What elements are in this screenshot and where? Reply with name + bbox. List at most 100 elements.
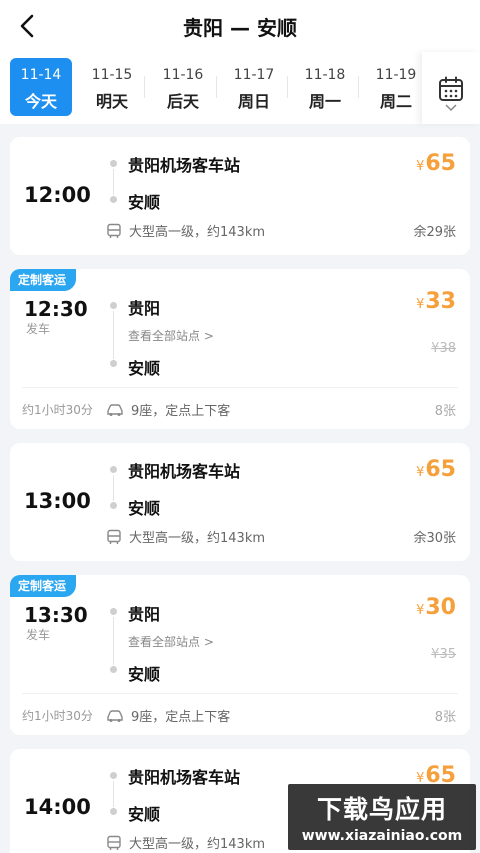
- date-tab-5[interactable]: 11-19 周二: [365, 58, 427, 116]
- currency: ¥: [416, 465, 425, 480]
- date-tab-weekday: 周一: [308, 92, 341, 111]
- remaining-seats: 余29张: [413, 225, 456, 240]
- currency: ¥: [416, 159, 425, 174]
- tab-divider: [216, 76, 217, 98]
- destination-station: 安顺: [128, 805, 161, 824]
- date-tab-date: 11-15: [91, 67, 133, 83]
- trip-card[interactable]: 定制客运 12:30 发车 贵阳 查看全部站点 > 安顺 ¥33 ¥38 约1小…: [10, 269, 470, 429]
- route-line: [113, 781, 114, 807]
- date-selector: 11-14 今天 11-15 明天 11-16 后天 11-17 周日 11-1…: [0, 52, 480, 124]
- price-value: 65: [425, 151, 456, 176]
- view-all-stops-link[interactable]: 查看全部站点 >: [128, 327, 214, 344]
- date-tab-weekday: 后天: [166, 92, 199, 111]
- trip-duration: 约1小时30分: [22, 403, 93, 417]
- vehicle-info: 9座，定点上下客: [106, 400, 230, 419]
- ticket-price: ¥33: [416, 289, 456, 314]
- tab-divider: [358, 76, 359, 98]
- date-tab-date: 11-17: [233, 67, 275, 83]
- departure-time: 13:00: [24, 489, 91, 513]
- departure-time: 13:30: [24, 603, 88, 627]
- price-value: 30: [425, 595, 456, 620]
- departure-time: 14:00: [24, 795, 91, 819]
- route-dot: [110, 466, 117, 473]
- ticket-price: ¥30: [416, 595, 456, 620]
- date-tab-weekday: 明天: [95, 92, 128, 111]
- destination-station: 安顺: [128, 193, 161, 212]
- vehicle-info-text: 9座，定点上下客: [131, 710, 231, 725]
- original-price: ¥35: [431, 647, 456, 662]
- date-tab-4[interactable]: 11-18 周一: [294, 58, 356, 116]
- bus-icon: [107, 223, 121, 238]
- date-tab-date: 11-18: [304, 67, 346, 83]
- vehicle-info: 9座，定点上下客: [106, 706, 230, 725]
- route-dot: [110, 808, 117, 815]
- page-title: 贵阳 — 安顺: [183, 16, 297, 40]
- route-dot: [110, 502, 117, 509]
- date-tab-date: 11-19: [375, 67, 417, 83]
- destination-station: 安顺: [128, 359, 161, 378]
- date-tab-0[interactable]: 11-14 今天: [10, 58, 72, 116]
- vehicle-info-text: 大型高一级，约143km: [129, 837, 266, 852]
- calendar-button[interactable]: [422, 52, 480, 124]
- destination-station: 安顺: [128, 665, 161, 684]
- route-dot: [110, 360, 117, 367]
- origin-station: 贵阳: [128, 299, 161, 318]
- top-bar: 贵阳 — 安顺: [0, 0, 480, 52]
- currency: ¥: [416, 603, 425, 618]
- vehicle-info: 大型高一级，约143km: [106, 833, 265, 852]
- original-price: ¥38: [431, 341, 456, 356]
- ticket-price: ¥65: [416, 151, 456, 176]
- depart-label: 发车: [26, 628, 51, 642]
- origin-station: 贵阳机场客车站: [128, 156, 241, 175]
- date-tab-1[interactable]: 11-15 明天: [81, 58, 143, 116]
- remaining-seats: 8张: [434, 710, 456, 725]
- date-tab-weekday: 周日: [237, 92, 270, 111]
- route-line: [113, 617, 114, 665]
- trip-card[interactable]: 13:00 贵阳机场客车站 安顺 ¥65 大型高一级，约143km 余30张: [10, 443, 470, 561]
- origin-station: 贵阳机场客车站: [128, 768, 241, 787]
- remaining-seats: 余30张: [413, 531, 456, 546]
- view-all-stops-link[interactable]: 查看全部站点 >: [128, 633, 214, 650]
- tab-divider: [144, 76, 145, 98]
- date-tab-weekday: 周二: [379, 92, 412, 111]
- vehicle-info: 大型高一级，约143km: [106, 221, 265, 240]
- remaining-seats: 8张: [434, 404, 456, 419]
- card-divider: [22, 693, 458, 694]
- date-tab-weekday: 今天: [24, 92, 57, 111]
- departure-time: 12:00: [24, 183, 91, 207]
- custom-transport-tag: 定制客运: [10, 269, 77, 291]
- trip-card[interactable]: 12:00 贵阳机场客车站 安顺 ¥65 大型高一级，约143km 余29张: [10, 137, 470, 255]
- route-line: [113, 169, 114, 195]
- vehicle-info-text: 9座，定点上下客: [131, 404, 231, 419]
- bus-icon: [107, 835, 121, 850]
- origin-station: 贵阳: [128, 605, 161, 624]
- card-divider: [22, 387, 458, 388]
- chevron-down-icon: [445, 104, 457, 112]
- currency: ¥: [416, 297, 425, 312]
- car-icon: [107, 709, 123, 722]
- date-tab-3[interactable]: 11-17 周日: [223, 58, 285, 116]
- bus-icon: [107, 529, 121, 544]
- calendar-icon: [439, 76, 463, 101]
- vehicle-info-text: 大型高一级，约143km: [129, 225, 266, 240]
- depart-label: 发车: [26, 322, 51, 336]
- origin-station: 贵阳机场客车站: [128, 462, 241, 481]
- ticket-price: ¥65: [416, 457, 456, 482]
- departure-time: 12:30: [24, 297, 88, 321]
- watermark-url: www.xiazainiao.com: [301, 828, 463, 844]
- route-dot: [110, 196, 117, 203]
- route-dot: [110, 666, 117, 673]
- vehicle-info: 大型高一级，约143km: [106, 527, 265, 546]
- tab-divider: [287, 76, 288, 98]
- date-tab-2[interactable]: 11-16 后天: [152, 58, 214, 116]
- route-dot: [110, 160, 117, 167]
- trip-card[interactable]: 定制客运 13:30 发车 贵阳 查看全部站点 > 安顺 ¥30 ¥35 约1小…: [10, 575, 470, 735]
- route-dot: [110, 608, 117, 615]
- car-icon: [107, 403, 123, 416]
- route-dot: [110, 302, 117, 309]
- watermark-logo: 下载鸟应用 www.xiazainiao.com: [288, 784, 476, 850]
- date-tab-date: 11-14: [20, 67, 62, 83]
- route-line: [113, 311, 114, 359]
- price-value: 65: [425, 457, 456, 482]
- price-value: 33: [425, 289, 456, 314]
